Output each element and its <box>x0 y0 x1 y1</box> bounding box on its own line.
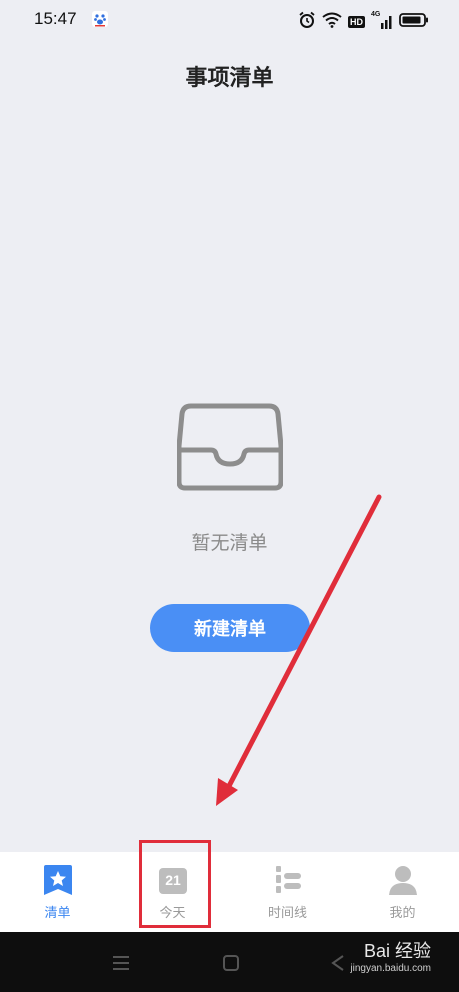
watermark: Bai 经验 jingyan.baidu.com <box>350 942 431 974</box>
annotation-arrow <box>216 494 382 806</box>
tab-mine[interactable]: 我的 <box>345 852 459 932</box>
menu-icon[interactable] <box>112 954 130 976</box>
tab-list[interactable]: 清单 <box>0 852 115 932</box>
tab-label: 我的 <box>389 906 416 921</box>
tab-timeline[interactable]: 时间线 <box>230 852 345 932</box>
annotation-highlight-box <box>139 840 211 928</box>
tab-label: 时间线 <box>267 906 307 921</box>
watermark-url: jingyan.baidu.com <box>350 963 431 974</box>
star-list-icon <box>43 864 73 900</box>
tab-bar: 清单 21 今天 时间线 我的 <box>0 852 459 932</box>
tab-label: 清单 <box>44 906 71 921</box>
back-icon[interactable] <box>330 954 346 976</box>
home-icon[interactable] <box>222 954 240 976</box>
watermark-brand: Bai 经验 <box>363 941 431 961</box>
user-icon <box>388 864 418 900</box>
timeline-icon <box>273 864 303 900</box>
